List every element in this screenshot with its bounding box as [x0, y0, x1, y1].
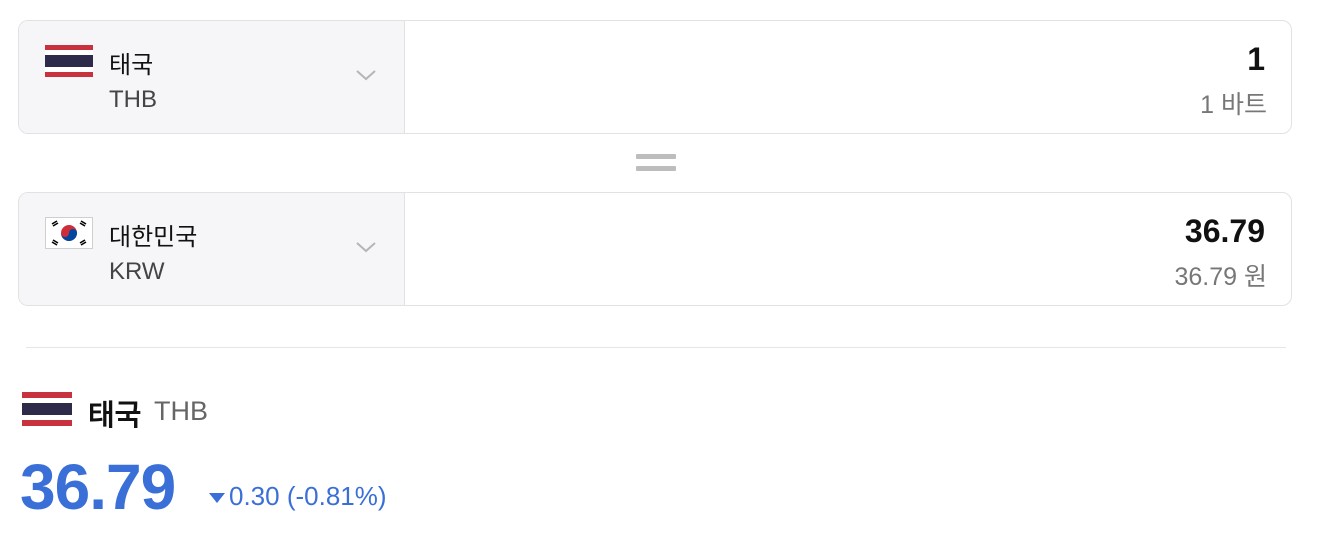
from-currency-select[interactable]: 태국 THB [19, 21, 405, 133]
from-amount-input[interactable]: 1 1 바트 [405, 21, 1291, 133]
to-amount-value: 36.79 [1184, 213, 1265, 249]
thailand-flag-icon [22, 392, 72, 426]
south-korea-flag-icon [45, 217, 93, 249]
thailand-flag-icon [45, 45, 93, 77]
rate-currency-code: THB [154, 396, 208, 426]
divider [26, 347, 1286, 348]
from-country-name: 태국 [109, 52, 154, 79]
rate-change: 0.30 (-0.81%) [229, 481, 387, 511]
chevron-down-icon [356, 242, 376, 253]
triangle-down-icon [209, 493, 225, 503]
to-currency-select[interactable]: 대한민국 KRW [19, 193, 405, 305]
from-amount-text: 1 바트 [1200, 91, 1267, 119]
to-currency-row: 대한민국 KRW 36.79 36.79 원 [18, 192, 1292, 306]
to-amount-text: 36.79 원 [1174, 263, 1267, 291]
to-amount-input[interactable]: 36.79 36.79 원 [405, 193, 1291, 305]
from-currency-row: 태국 THB 1 1 바트 [18, 20, 1292, 134]
chevron-down-icon [356, 70, 376, 81]
to-currency-code: KRW [109, 258, 165, 285]
from-currency-code: THB [109, 86, 157, 113]
from-amount-value: 1 [1247, 41, 1265, 77]
to-country-name: 대한민국 [109, 224, 198, 251]
rate-country-name: 태국 [88, 400, 142, 432]
equals-icon [636, 154, 676, 174]
exchange-rate-value: 36.79 [20, 451, 176, 523]
